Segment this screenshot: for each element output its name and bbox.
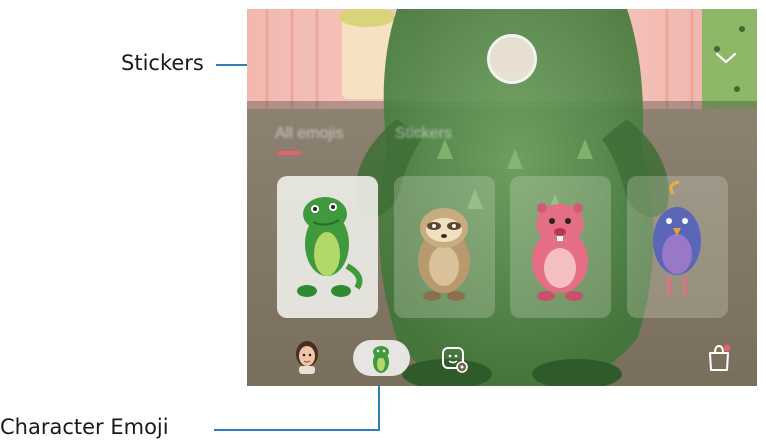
stickers-callout-label: Stickers <box>121 51 204 75</box>
notification-badge <box>723 344 731 352</box>
character-emoji-callout-line <box>214 429 380 431</box>
character-card-dinosaur[interactable] <box>277 176 378 318</box>
sticker-settings-icon[interactable] <box>441 346 469 379</box>
store-bag-icon[interactable] <box>705 343 733 378</box>
character-emoji-callout-label: Character Emoji <box>0 415 169 439</box>
character-card-beaver[interactable] <box>510 176 611 318</box>
character-card-sloth[interactable] <box>394 176 495 318</box>
character-emoji-callout-line-vertical <box>378 380 380 431</box>
capture-button[interactable] <box>487 34 537 84</box>
camera-screen: All emojis Stickers <box>247 9 757 386</box>
character-card-bird[interactable] <box>627 176 728 318</box>
tab-all-emojis[interactable]: All emojis <box>275 125 343 143</box>
emoji-tab-bar: All emojis Stickers <box>275 121 525 149</box>
my-emoji-avatar-icon[interactable] <box>293 340 321 379</box>
character-emoji-button[interactable] <box>353 340 410 376</box>
character-emoji-icon <box>373 346 389 373</box>
tab-indicator <box>277 151 301 155</box>
tab-stickers[interactable]: Stickers <box>395 125 452 143</box>
chevron-down-icon[interactable] <box>713 47 739 69</box>
